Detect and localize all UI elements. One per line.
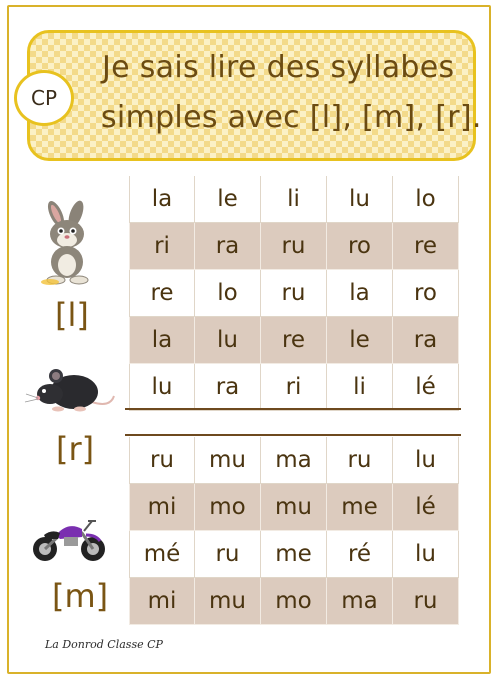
footer-credit: La Donrod Classe CP [45,638,163,651]
table-row: la lu re le ra [129,317,460,364]
table-cell: ru [393,578,459,625]
table-cell: lé [393,484,459,531]
table-cell: ra [195,223,261,270]
table-cell: lo [393,176,459,223]
table-cell: mé [129,531,195,578]
title-line-1: Je sais lire des syllabes [102,50,455,85]
table-cell: me [327,484,393,531]
table-cell: le [327,317,393,364]
table-cell: la [129,176,195,223]
table-cell: mo [195,484,261,531]
table-cell: mu [195,437,261,484]
syllable-table-top: la le li lu lo ri ra ru ro re re lo ru l… [129,176,460,411]
table-cell: ma [327,578,393,625]
table-cell: ra [393,317,459,364]
table-cell: ré [327,531,393,578]
table-cell: me [261,531,327,578]
table-cell: lo [195,270,261,317]
table-cell: ri [261,364,327,411]
table-cell: le [195,176,261,223]
table-row: re lo ru la ro [129,270,460,317]
divider [125,434,461,436]
table-cell: lu [393,531,459,578]
table-cell: lé [393,364,459,411]
table-cell: ru [261,223,327,270]
table-cell: ro [327,223,393,270]
table-cell: ra [195,364,261,411]
rat-icon [24,369,115,412]
table-cell: lu [327,176,393,223]
label-r: [r] [56,430,95,468]
table-cell: ru [129,437,195,484]
table-cell: la [129,317,195,364]
table-cell: ru [261,270,327,317]
syllable-table-bottom: ru mu ma ru lu mi mo mu me lé mé ru me r… [129,437,460,625]
table-cell: mu [195,578,261,625]
label-m: [m] [52,577,109,615]
table-cell: lu [393,437,459,484]
table-row: lu ra ri li lé [129,364,460,411]
table-row: mé ru me ré lu [129,531,460,578]
motorcycle-icon [33,520,105,561]
table-cell: li [261,176,327,223]
table-cell: re [129,270,195,317]
table-cell: ri [129,223,195,270]
table-cell: mo [261,578,327,625]
table-cell: lu [129,364,195,411]
table-cell: re [393,223,459,270]
table-cell: lu [195,317,261,364]
table-row: mi mu mo ma ru [129,578,460,625]
table-row: mi mo mu me lé [129,484,460,531]
table-cell: li [327,364,393,411]
table-row: ru mu ma ru lu [129,437,460,484]
rabbit-icon [41,200,89,285]
table-cell: mi [129,578,195,625]
table-cell: mi [129,484,195,531]
cp-badge: CP [14,70,74,126]
table-cell: ru [327,437,393,484]
divider [125,408,461,410]
table-cell: ma [261,437,327,484]
table-cell: mu [261,484,327,531]
table-row: ri ra ru ro re [129,223,460,270]
table-cell: re [261,317,327,364]
table-cell: la [327,270,393,317]
table-cell: ru [195,531,261,578]
label-l: [l] [55,296,89,334]
title-line-2: simples avec [l], [m], [r]. [101,100,482,135]
table-row: la le li lu lo [129,176,460,223]
table-cell: ro [393,270,459,317]
